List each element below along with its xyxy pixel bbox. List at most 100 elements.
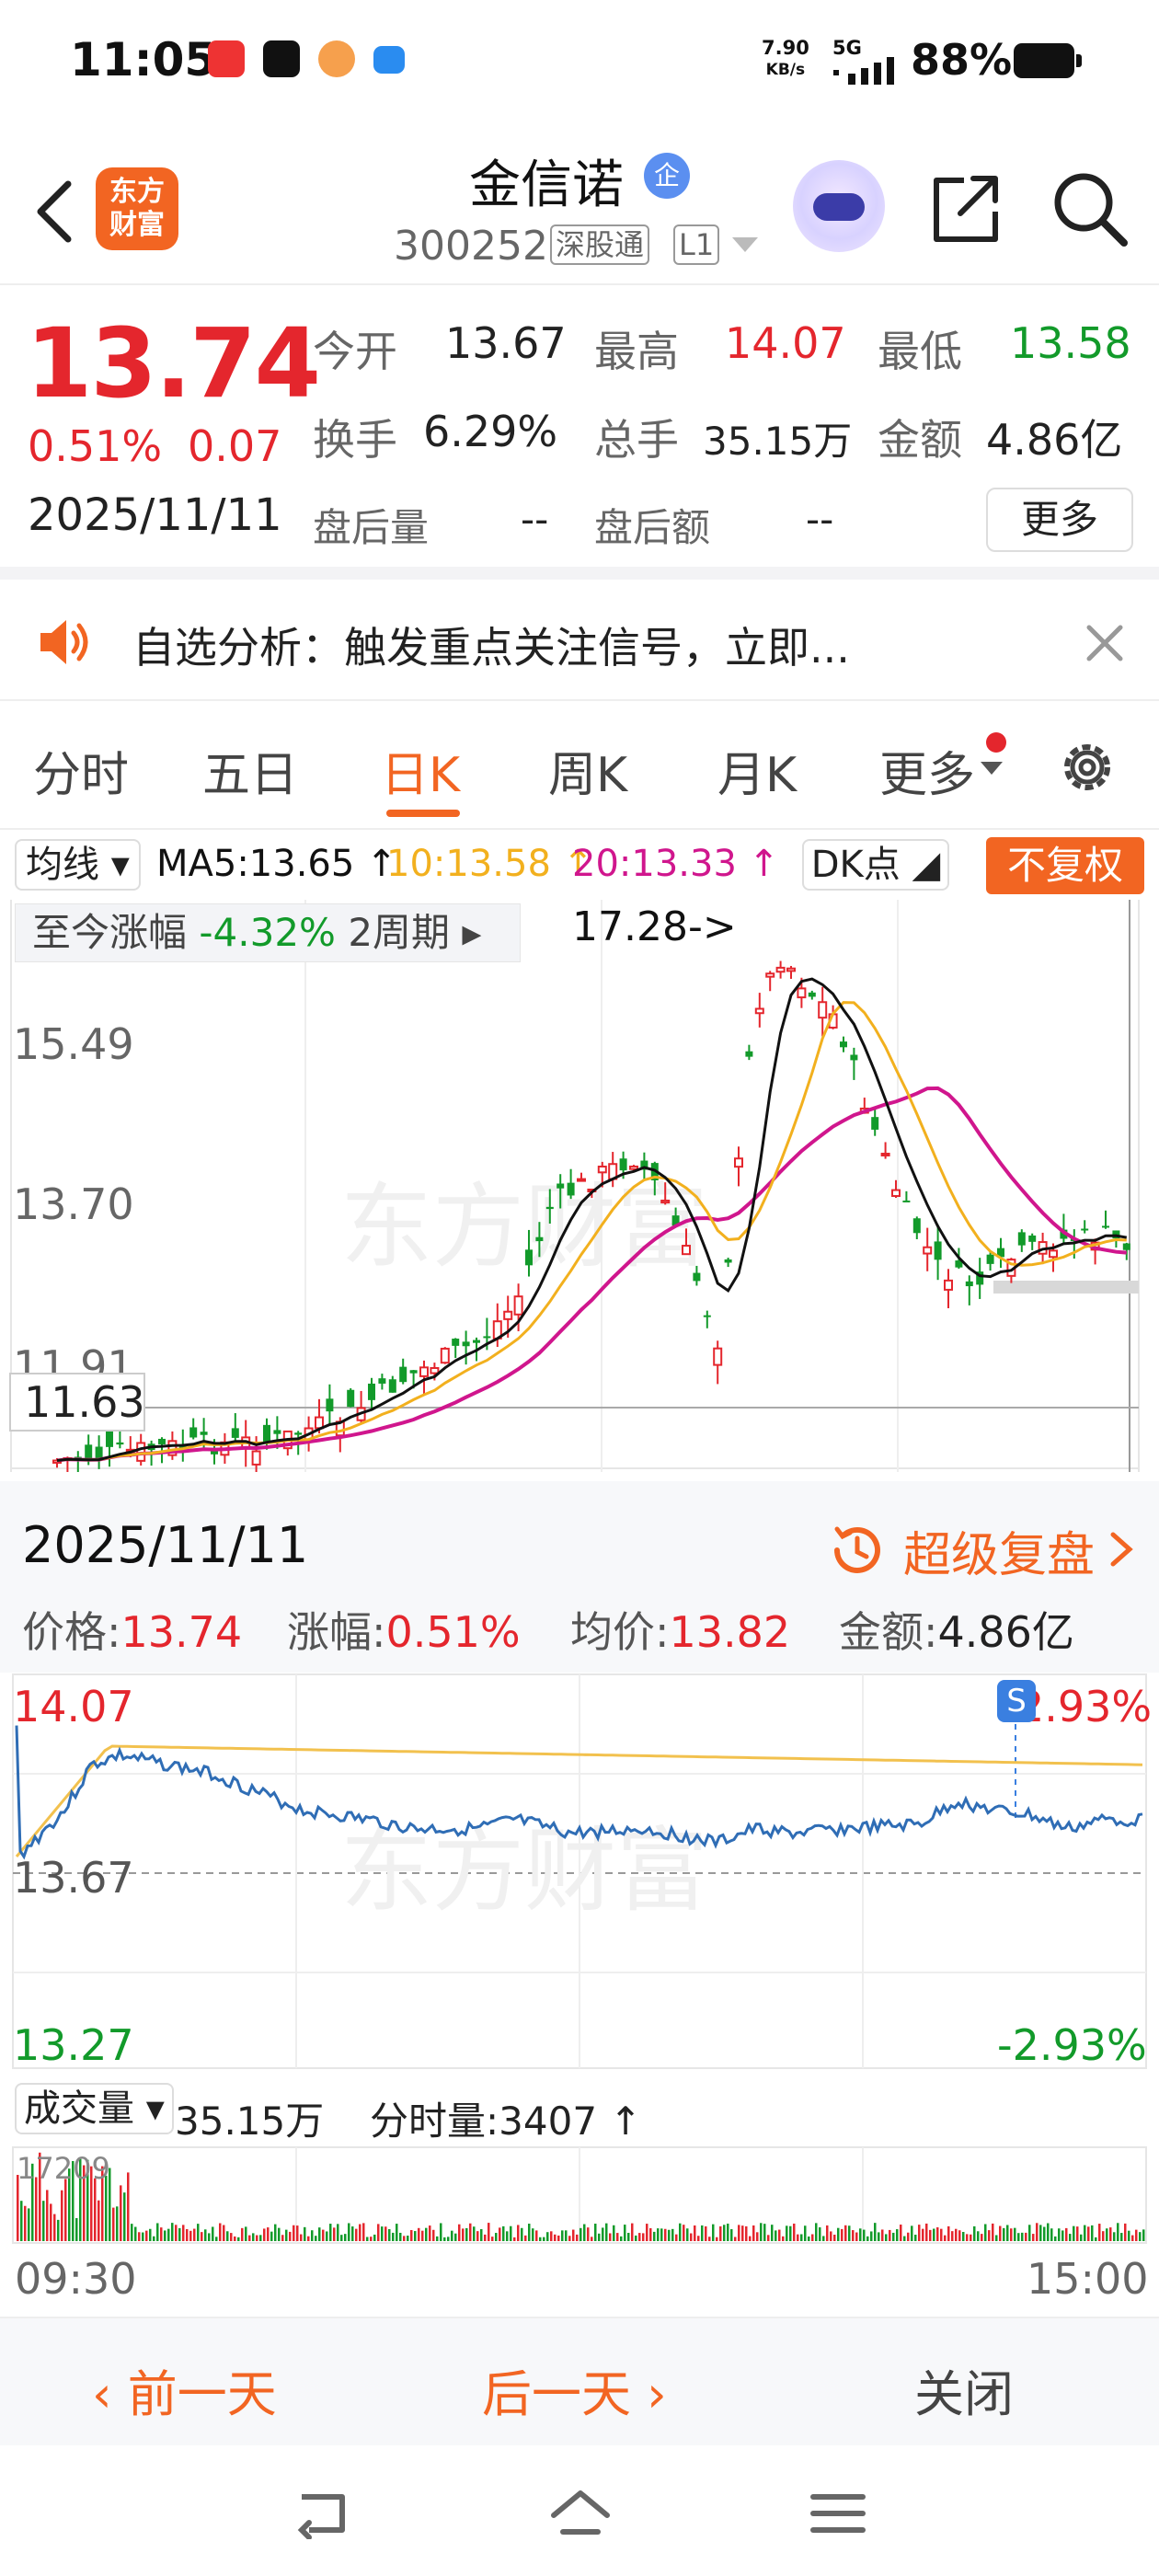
low-value: 13.58 (1010, 318, 1131, 368)
net-speed: 7.90 KB/s (762, 37, 809, 79)
volume-bar (900, 2225, 902, 2241)
no-adjust-button[interactable]: 不复权 (986, 837, 1144, 894)
dk-point-selector[interactable]: DK点 ◢ (802, 839, 949, 891)
volume-bar (734, 2237, 737, 2241)
candle-body (724, 1259, 732, 1263)
share-icon[interactable] (927, 169, 1004, 247)
volume-bar (131, 2224, 133, 2241)
volume-bar (609, 2233, 612, 2241)
volume-bar (852, 2230, 855, 2241)
volume-bar (745, 2225, 748, 2241)
volume-bar (171, 2223, 174, 2241)
volume-bar (1109, 2227, 1112, 2241)
app-notification-icon (373, 46, 405, 74)
volume-bar (123, 2192, 126, 2241)
history-clock-icon[interactable] (826, 1520, 887, 1581)
volume-bar (1135, 2229, 1138, 2241)
volume-bar (929, 2229, 932, 2241)
intraday-chart[interactable]: 东方财富 14.07 13.67 13.27 2.93% -2.93% S (0, 1673, 1159, 2077)
volume-bar (149, 2228, 152, 2241)
volume-bar (366, 2237, 369, 2241)
back-arrow-icon[interactable] (28, 175, 83, 248)
volume-bar (278, 2227, 281, 2241)
volume-bar (708, 2237, 711, 2241)
back-nav-icon[interactable] (291, 2488, 355, 2539)
candle-body (577, 1178, 586, 1182)
volume-bar (241, 2227, 244, 2241)
volume-bar (145, 2230, 148, 2241)
ma-selector[interactable]: 均线 ▾ (15, 839, 141, 891)
volume-bar (635, 2235, 637, 2241)
volume-bar (234, 2236, 236, 2241)
home-nav-icon[interactable] (548, 2488, 613, 2539)
candle-body (629, 1165, 638, 1170)
volume-selector[interactable]: 成交量 ▾ (15, 2083, 174, 2134)
close-button[interactable]: 关闭 (914, 2353, 1014, 2426)
more-button[interactable]: 更多 (986, 488, 1133, 552)
tab-intraday[interactable]: 分时 (33, 736, 129, 805)
open-value: 13.67 (445, 318, 567, 368)
kline-chart[interactable]: 东方财富 至今涨幅 -4.32% 2周期 ▸ 17.28-> 15.49 13.… (0, 900, 1159, 1472)
volume-bar (112, 2207, 115, 2241)
volume-bar (304, 2226, 306, 2241)
chevron-right-icon[interactable] (1107, 1531, 1135, 1568)
volume-bar (738, 2225, 740, 2241)
candle-body (1081, 1228, 1089, 1231)
volume-bar (414, 2231, 417, 2241)
candle-body (891, 1189, 901, 1198)
volume-bar (35, 2177, 38, 2241)
volume-bar (53, 2214, 56, 2241)
tab-weekly-k[interactable]: 周K (548, 736, 627, 805)
volume-bar (616, 2233, 619, 2241)
volume-bar (20, 2201, 23, 2241)
notification-dot (986, 732, 1006, 753)
volume-bar (694, 2225, 696, 2241)
candle-body (158, 1438, 166, 1444)
volume-bar (64, 2179, 67, 2241)
volume-bar (451, 2230, 453, 2241)
tab-more[interactable]: 更多 (879, 736, 975, 805)
volume-bar (528, 2224, 531, 2241)
tab-daily-k[interactable]: 日K (381, 736, 460, 805)
volume-bar (296, 2225, 299, 2241)
super-replay-link[interactable]: 超级复盘 (903, 1516, 1095, 1585)
search-icon[interactable] (1049, 167, 1130, 248)
volume-bar (396, 2224, 398, 2241)
gear-icon[interactable] (1054, 734, 1120, 800)
candle-body (273, 1430, 281, 1434)
candle-body (682, 1245, 691, 1256)
turnover-label: 换手 (313, 415, 397, 465)
volume-bar (432, 2229, 435, 2241)
signal-badge[interactable]: S (997, 1680, 1036, 1722)
volume-bar (259, 2235, 262, 2241)
volume-bar (546, 2232, 549, 2241)
volume-bar (649, 2227, 652, 2241)
dropdown-icon[interactable] (732, 237, 758, 252)
next-day-button[interactable]: 后一天 › (482, 2353, 667, 2426)
app-notification-icon (318, 40, 355, 77)
volume-bar (410, 2229, 413, 2241)
y-label-mid: 13.70 (13, 1179, 134, 1229)
candle-body (200, 1432, 208, 1435)
volume-bar (679, 2223, 682, 2241)
volume-bar (1095, 2237, 1097, 2241)
volume-bar (889, 2229, 891, 2241)
prev-day-button[interactable]: ‹ 前一天 (92, 2353, 277, 2426)
app-logo[interactable]: 东方 财富 (96, 167, 178, 250)
notice-banner[interactable]: 自选分析：触发重点关注信号，立即... (0, 580, 1159, 701)
tab-monthly-k[interactable]: 月K (717, 736, 797, 805)
volume-bar (521, 2227, 523, 2241)
close-icon[interactable] (1082, 620, 1128, 666)
tab-five-day[interactable]: 五日 (202, 736, 298, 805)
volume-bar (311, 2230, 314, 2241)
period-gain-box[interactable]: 至今涨幅 -4.32% 2周期 ▸ (15, 903, 521, 962)
ai-assistant-icon[interactable] (793, 160, 885, 252)
candle-body (452, 1339, 460, 1346)
menu-nav-icon[interactable] (806, 2488, 870, 2539)
volume-bar (300, 2234, 303, 2241)
volume-bar (554, 2234, 557, 2241)
candle-body (106, 1430, 113, 1447)
day-detail-panel: 2025/11/11 超级复盘 价格:13.74 涨幅:0.51% 均价:13.… (0, 1481, 1159, 1673)
intraday-high: 14.07 (13, 1682, 134, 1731)
candle-body (409, 1370, 418, 1374)
